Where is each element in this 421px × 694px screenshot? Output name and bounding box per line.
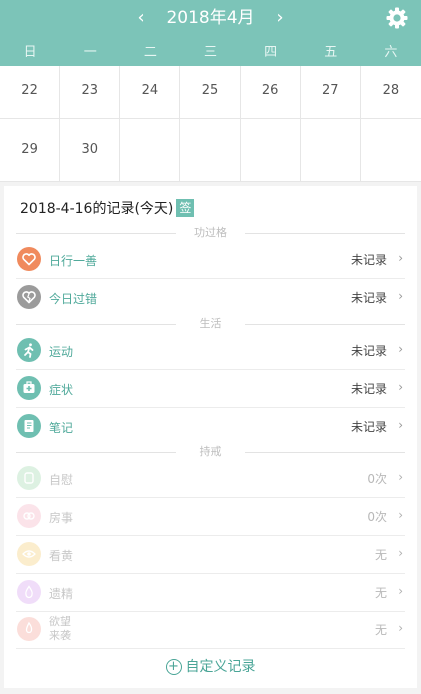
section-header-merit: 功过格 [16,226,405,240]
weekday-label: 一 [83,45,97,60]
eye-icon [17,542,41,566]
record-row-intercourse[interactable]: 房事 0次 › [16,498,405,536]
plus-circle-icon: + [165,659,182,675]
custom-record-button[interactable]: + 自定义记录 [4,656,417,676]
medical-kit-icon [17,376,41,400]
record-row-exercise[interactable]: 运动 未记录 › [16,332,405,370]
section-header-abstain: 持戒 [16,445,405,459]
heart-icon [17,247,41,271]
flame-icon [17,617,41,641]
prev-month-button[interactable]: ‹ [131,6,151,30]
day-cell-empty [300,119,361,182]
record-row-notes[interactable]: 笔记 未记录 › [16,408,405,445]
month-navigation: ‹ 2018年4月 › [0,6,421,30]
divider [245,233,405,234]
record-status: 0次 [367,510,387,524]
record-label: 日行一善 [49,254,98,268]
record-label: 运动 [49,345,74,359]
record-row-desire[interactable]: 欲望 来袭 无 › [16,611,405,649]
record-label: 今日过错 [49,292,98,306]
sign-in-badge[interactable]: 签 [176,199,195,217]
chevron-right-icon: › [398,470,403,484]
divider [245,324,405,325]
couple-icon [17,504,41,528]
day-cell[interactable]: 26 [240,66,301,119]
record-label: 笔记 [49,421,74,435]
next-month-button[interactable]: › [270,6,290,30]
record-label: 看黄 [49,549,74,563]
notebook-icon [17,414,41,438]
day-cell[interactable]: 24 [120,66,181,119]
month-title: 2018年4月 [166,8,255,28]
record-status: 未记录 [350,420,387,434]
broken-heart-icon [17,285,41,309]
day-cell[interactable]: 29 [0,119,61,182]
chevron-right-icon: › [398,508,403,522]
record-label: 遗精 [49,587,74,601]
calendar-grid: 22 23 24 25 26 27 28 29 30 [0,66,421,182]
section-header-life: 生活 [16,317,405,331]
chevron-right-icon: › [398,418,403,432]
record-label: 症状 [49,383,74,397]
custom-record-label: 自定义记录 [185,659,256,675]
chevron-right-icon: › [398,621,403,635]
day-cell-empty [120,119,181,182]
record-status: 无 [374,586,387,600]
day-cell[interactable]: 30 [60,119,121,182]
record-label: 自慰 [49,473,74,487]
record-row-masturbation[interactable]: 自慰 0次 › [16,460,405,498]
day-cell[interactable]: 28 [360,66,421,119]
day-cell[interactable]: 22 [0,66,61,119]
divider [245,452,405,453]
chevron-right-icon: › [398,380,403,394]
record-status: 未记录 [350,344,387,358]
day-cell[interactable]: 23 [60,66,121,119]
record-label-line2: 来袭 [49,629,71,642]
record-label-line1: 欲望 [49,615,71,628]
chevron-right-icon: › [398,289,403,303]
gear-icon[interactable] [385,6,409,30]
calendar-header: ‹ 2018年4月 › 日 一 二 三 四 五 六 [0,0,421,66]
self-icon [17,466,41,490]
record-label-multiline: 欲望 来袭 [49,615,71,643]
chevron-right-icon: › [398,251,403,265]
record-row-symptom[interactable]: 症状 未记录 › [16,370,405,408]
records-title: 2018-4-16的记录(今天) 签 [20,198,195,218]
records-date-label: 2018-4-16的记录(今天) [20,201,174,217]
record-row-porn[interactable]: 看黄 无 › [16,536,405,574]
record-status: 未记录 [350,382,387,396]
day-cell[interactable]: 27 [300,66,361,119]
record-row-mistake[interactable]: 今日过错 未记录 › [16,279,405,316]
record-status: 无 [374,548,387,562]
weekday-label: 日 [23,45,37,60]
weekday-label: 五 [324,45,338,60]
record-status: 0次 [367,472,387,486]
weekday-row: 日 一 二 三 四 五 六 [0,44,421,62]
record-label: 房事 [49,511,74,525]
day-cell-empty [360,119,421,182]
day-cell-empty [180,119,241,182]
record-status: 未记录 [350,253,387,267]
chevron-right-icon: › [398,584,403,598]
record-status: 无 [374,623,387,637]
running-icon [17,338,41,362]
weekday-label: 四 [264,45,278,60]
chevron-right-icon: › [398,546,403,560]
record-row-good-deed[interactable]: 日行一善 未记录 › [16,241,405,279]
record-row-emission[interactable]: 遗精 无 › [16,574,405,612]
day-cell-empty [240,119,301,182]
chevron-right-icon: › [398,342,403,356]
record-status: 未记录 [350,291,387,305]
weekday-label: 三 [203,45,217,60]
day-cell[interactable]: 25 [180,66,241,119]
records-card: 2018-4-16的记录(今天) 签 功过格 日行一善 未记录 › 今日过错 未记… [4,186,417,688]
weekday-label: 二 [143,45,157,60]
weekday-label: 六 [384,45,398,60]
drop-icon [17,580,41,604]
